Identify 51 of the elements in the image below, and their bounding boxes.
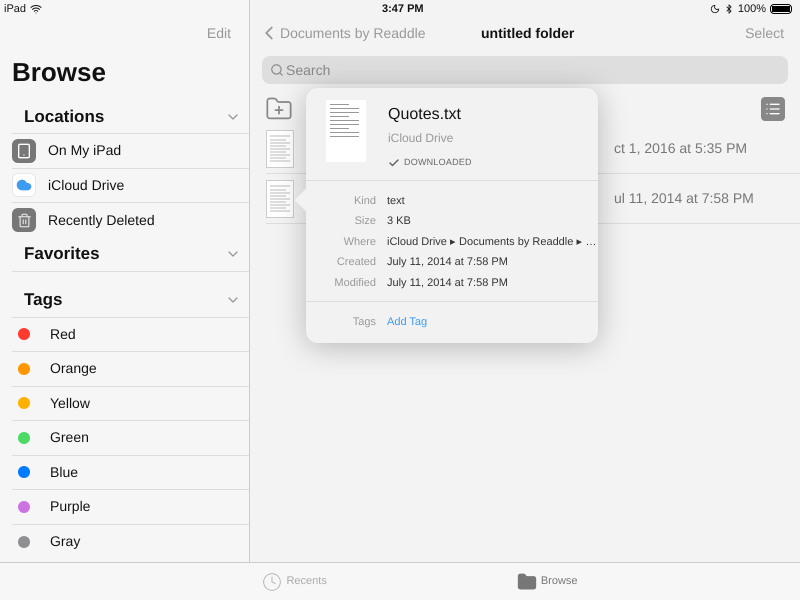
detail-label: Kind: [352, 194, 376, 208]
list-view-button[interactable]: [761, 97, 785, 121]
section-header: Favorites: [24, 243, 100, 266]
document-thumbnail[interactable]: [266, 130, 294, 168]
sidebar-item[interactable]: Yellow: [12, 386, 249, 421]
search-field[interactable]: Search: [262, 56, 788, 84]
section-header: Locations: [24, 106, 104, 128]
sidebar-item[interactable]: Red: [12, 318, 249, 352]
sidebar-title: Browse: [11, 56, 107, 88]
file-date: ct 1, 2016 at 5:35 PM: [614, 139, 748, 158]
file-date: ul 11, 2014 at 7:58 PM: [614, 189, 754, 208]
detail-value: iCloud Drive ▸ Documents by Readdle ▸ …: [387, 234, 598, 250]
sidebar-item[interactable]: Orange: [12, 352, 249, 386]
detail-value: 3 KB: [387, 214, 412, 229]
detail-label: Tags: [352, 315, 376, 330]
tablet-icon: [12, 138, 36, 163]
check-icon: [388, 156, 400, 169]
tab-bar-item[interactable]: Browse: [516, 572, 578, 592]
file-location: iCloud Drive: [388, 130, 454, 147]
document-thumbnail[interactable]: [266, 180, 294, 218]
cloud-icon: [12, 173, 36, 198]
sidebar-item[interactable]: iCloud Drive: [12, 168, 249, 203]
detail-label: Created: [336, 255, 376, 270]
status-time: 3:47 PM: [382, 2, 424, 17]
sidebar-item[interactable]: Blue: [12, 456, 249, 490]
sidebar-item[interactable]: Recently Deleted: [12, 203, 249, 238]
bluetooth-icon: [724, 4, 734, 14]
device-name: iPad: [4, 2, 26, 17]
document-preview: [326, 100, 366, 162]
sidebar-item[interactable]: Green: [12, 421, 249, 456]
sidebar-item[interactable]: Gray: [12, 524, 249, 559]
sidebar-item[interactable]: On My iPad: [12, 134, 249, 168]
detail-label: Modified: [333, 276, 376, 290]
clock-icon: [262, 572, 282, 592]
moon-icon: [710, 4, 720, 14]
detail-value: text: [387, 194, 406, 208]
folder-title: untitled folder: [481, 24, 574, 42]
battery-icon: [770, 4, 792, 14]
download-status: DOWNLOADED: [404, 156, 472, 169]
detail-value: July 11, 2014 at 7:58 PM: [387, 276, 509, 290]
folder-icon: [516, 572, 537, 592]
file-name: Quotes.txt: [388, 105, 462, 125]
list-icon: [765, 101, 781, 117]
detail-label: Size: [354, 214, 376, 229]
search-icon: [270, 63, 284, 77]
detail-value: July 11, 2014 at 7:58 PM: [387, 255, 509, 270]
sidebar-item[interactable]: Purple: [12, 490, 249, 524]
detail-label: Where: [342, 234, 376, 250]
trash-icon: [12, 208, 36, 232]
section-header: Tags: [24, 289, 62, 312]
battery-percent: 100%: [738, 2, 766, 17]
